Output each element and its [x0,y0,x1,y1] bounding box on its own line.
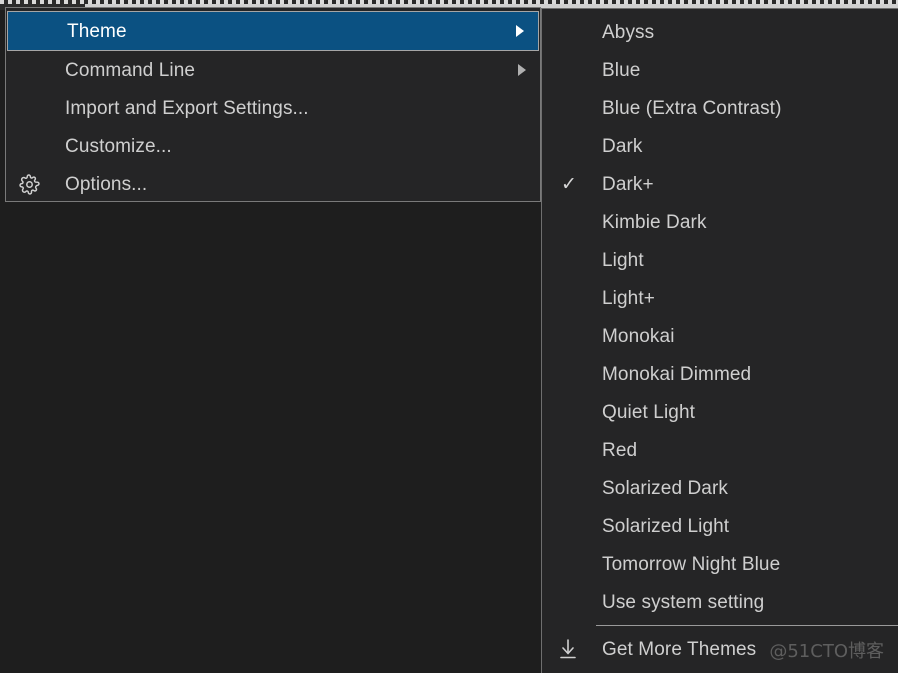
theme-item-solarized-dark[interactable]: Solarized Dark [542,469,898,507]
theme-item-label: Dark+ [602,173,654,195]
theme-item-label: Get More Themes [602,638,757,660]
checkmark-icon [556,440,582,460]
theme-item-label: Monokai [602,325,675,347]
checkmark-icon [556,326,582,346]
checkmark-icon [556,516,582,536]
menu-item-import-export-settings[interactable]: Import and Export Settings... [6,89,540,127]
theme-item-label: Dark [602,135,643,157]
manage-context-menu[interactable]: Theme Command Line Import and Export Set… [5,7,541,202]
theme-item-label: Kimbie Dark [602,211,707,233]
submenu-arrow-icon [518,64,526,76]
checkmark-icon [556,592,582,612]
theme-item-monokai-dimmed[interactable]: Monokai Dimmed [542,355,898,393]
theme-item-label: Red [602,439,638,461]
download-icon [554,636,582,662]
theme-item-label: Solarized Dark [602,477,729,499]
menu-item-label: Import and Export Settings... [65,97,309,119]
theme-item-blue[interactable]: Blue [542,51,898,89]
menu-item-label: Customize... [65,135,172,157]
theme-item-label: Light [602,249,644,271]
theme-item-label: Blue [602,59,641,81]
theme-item-label: Monokai Dimmed [602,363,752,385]
theme-item-label: Light+ [602,287,655,309]
theme-item-get-more-themes[interactable]: Get More Themes [542,630,898,668]
checkmark-icon [556,554,582,574]
theme-item-light-plus[interactable]: Light+ [542,279,898,317]
checkmark-icon [556,98,582,118]
theme-item-label: Solarized Light [602,515,730,537]
checkmark-icon [556,136,582,156]
menu-separator [596,625,898,626]
menu-item-label: Command Line [65,59,196,81]
checkmark-icon [556,250,582,270]
submenu-arrow-icon [516,25,524,37]
checkmark-icon [556,60,582,80]
theme-item-kimbie-dark[interactable]: Kimbie Dark [542,203,898,241]
theme-item-label: Tomorrow Night Blue [602,553,781,575]
checkmark-icon [556,288,582,308]
theme-item-solarized-light[interactable]: Solarized Light [542,507,898,545]
gear-icon [18,173,40,195]
menu-item-customize[interactable]: Customize... [6,127,540,165]
theme-item-dark-plus[interactable]: ✓ Dark+ [542,165,898,203]
theme-item-label: Quiet Light [602,401,695,423]
theme-item-use-system-setting[interactable]: Use system setting [542,583,898,621]
menu-item-label: Theme [67,20,127,42]
selection-marching-ants-border [0,0,898,4]
theme-submenu[interactable]: Abyss Blue Blue (Extra Contrast) Dark ✓ … [541,8,898,673]
theme-item-quiet-light[interactable]: Quiet Light [542,393,898,431]
checkmark-icon: ✓ [561,173,577,195]
checkmark-icon [556,212,582,232]
checkmark-icon [556,22,582,42]
theme-item-monokai[interactable]: Monokai [542,317,898,355]
theme-item-label: Use system setting [602,591,765,613]
menu-item-command-line[interactable]: Command Line [6,51,540,89]
menu-item-label: Options... [65,173,148,195]
theme-item-light[interactable]: Light [542,241,898,279]
theme-item-label: Abyss [602,21,655,43]
theme-item-blue-extra-contrast[interactable]: Blue (Extra Contrast) [542,89,898,127]
menu-item-options[interactable]: Options... [6,165,540,203]
menu-item-theme[interactable]: Theme [7,11,539,51]
theme-item-tomorrow-night-blue[interactable]: Tomorrow Night Blue [542,545,898,583]
checkmark-icon [556,478,582,498]
checkmark-icon [556,402,582,422]
theme-item-label: Blue (Extra Contrast) [602,97,782,119]
theme-item-red[interactable]: Red [542,431,898,469]
theme-item-dark[interactable]: Dark [542,127,898,165]
checkmark-icon [556,364,582,384]
theme-item-abyss[interactable]: Abyss [542,13,898,51]
